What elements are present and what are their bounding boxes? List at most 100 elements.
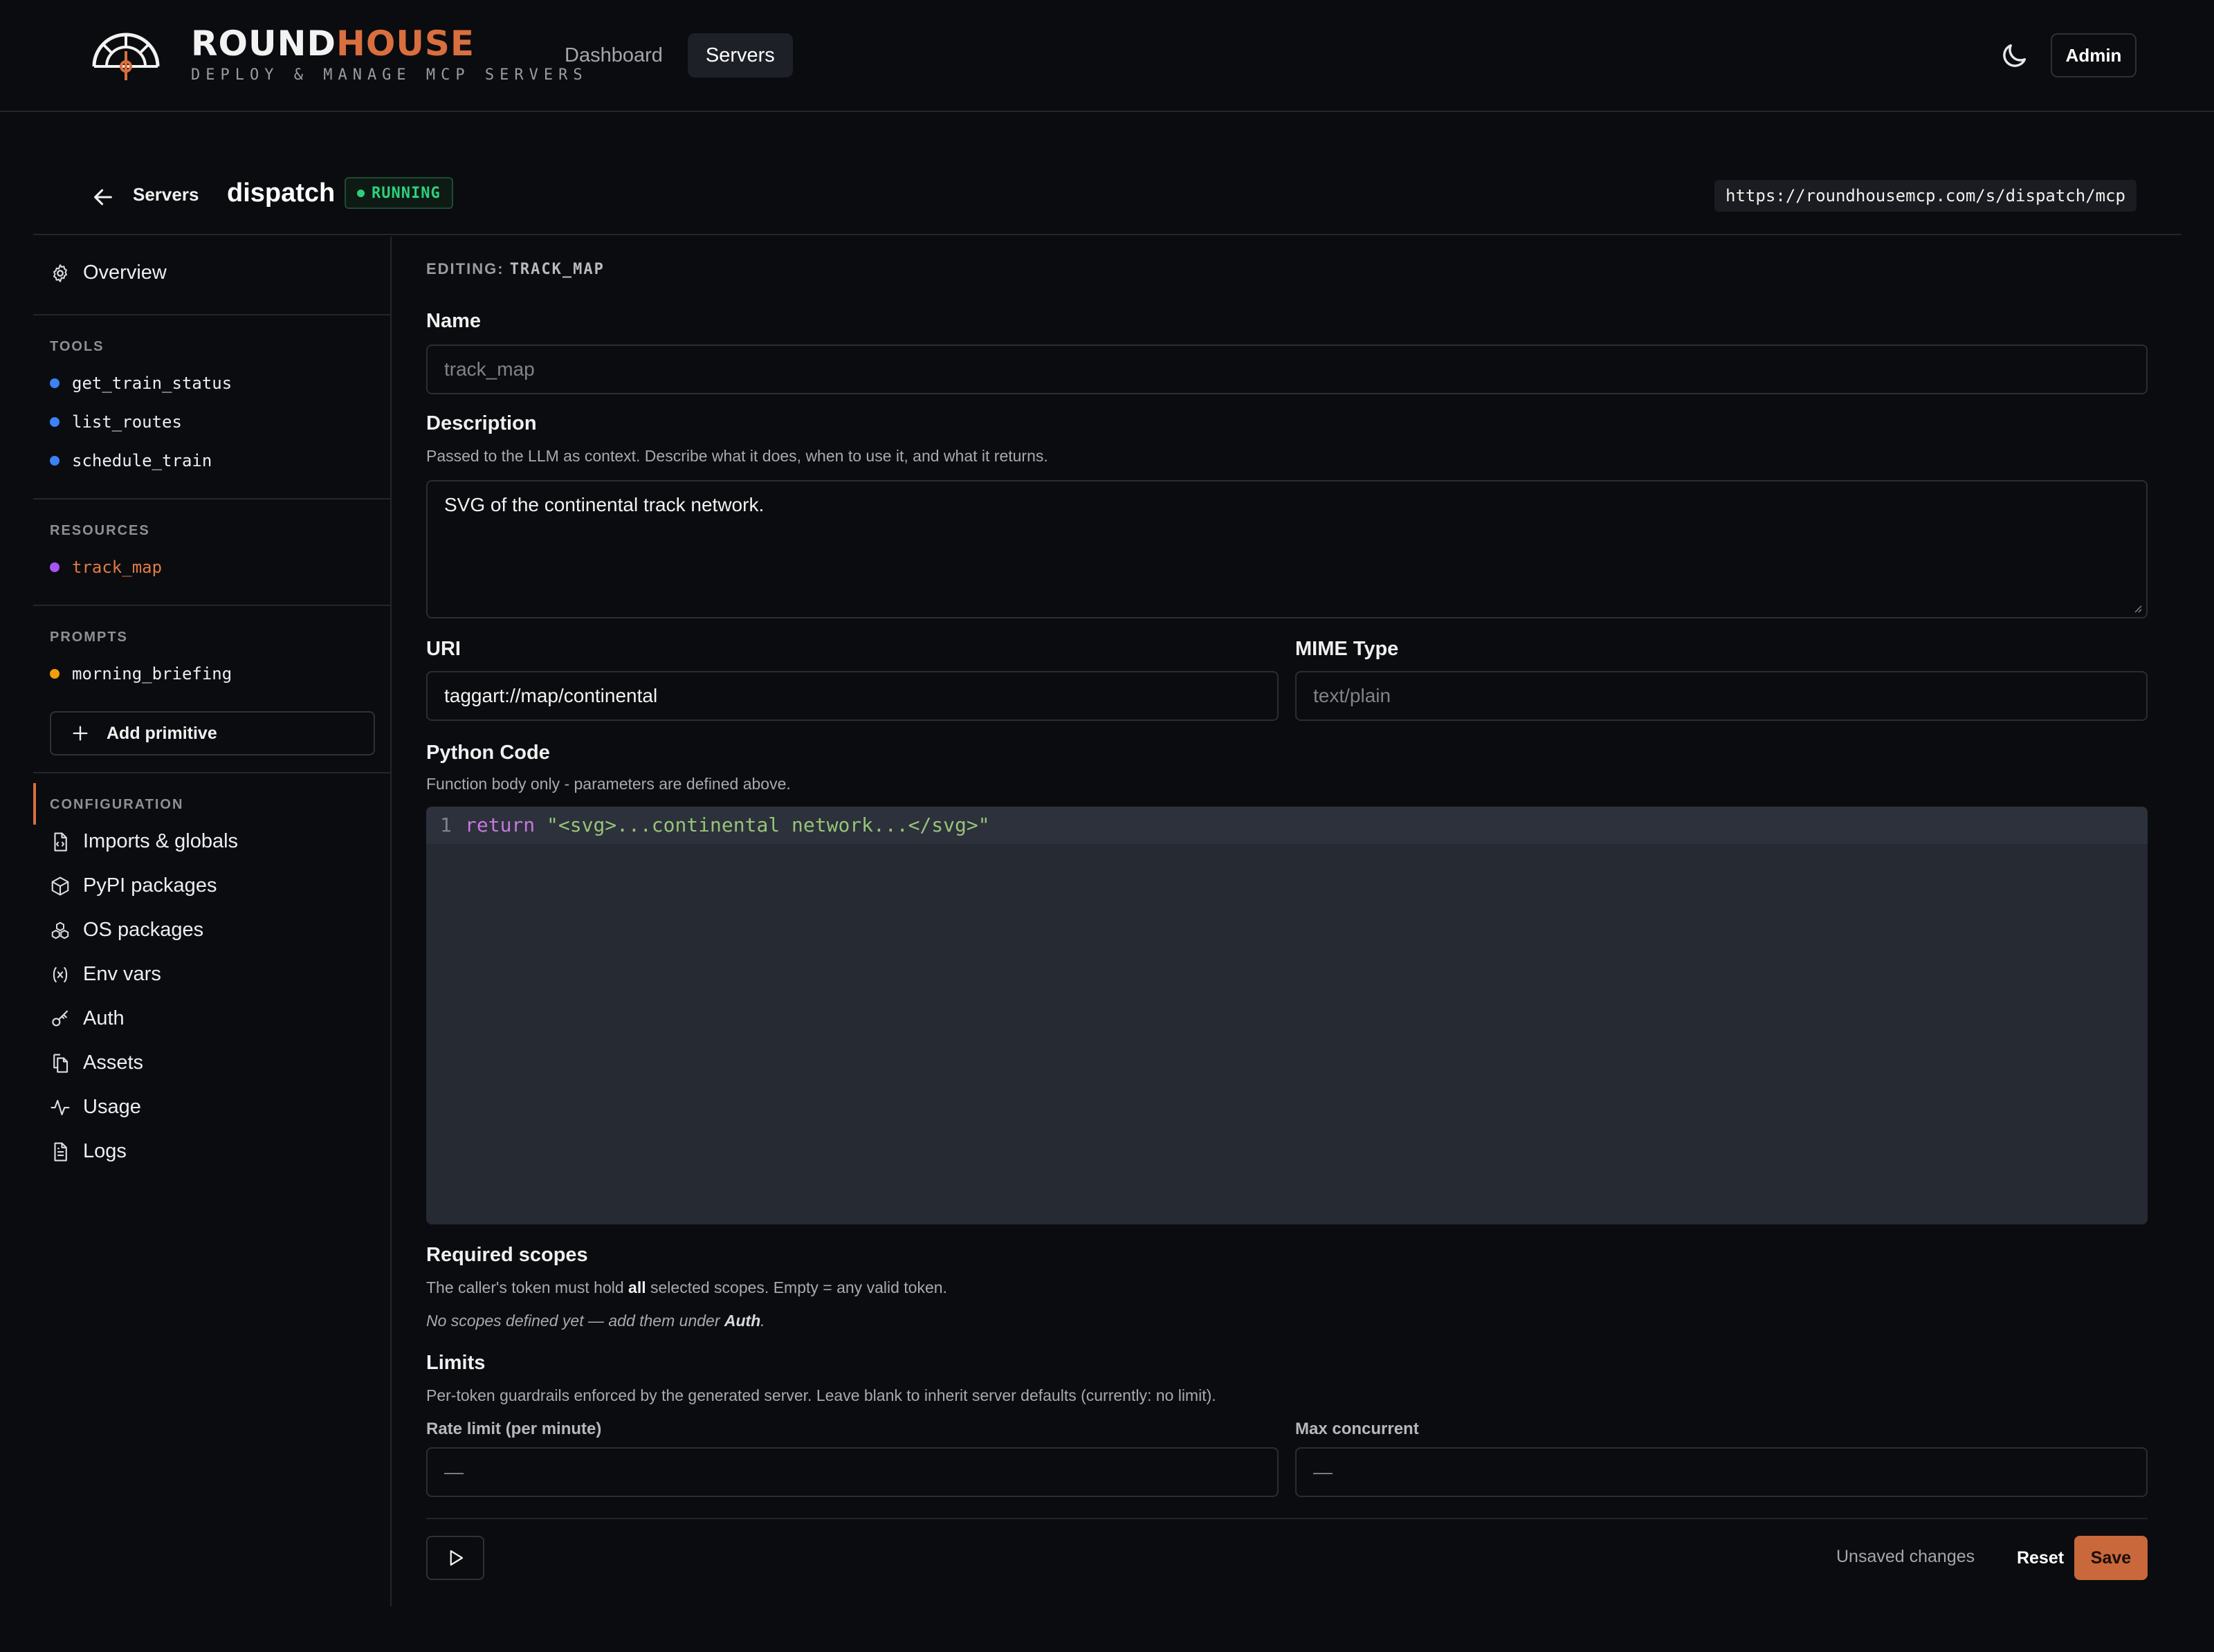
name-input[interactable]: track_map	[426, 345, 2148, 394]
plus-icon	[73, 726, 88, 741]
line-number: 1	[440, 814, 452, 836]
resource-dot-icon	[50, 562, 60, 572]
sidebar-item-usage[interactable]: Usage	[50, 1096, 141, 1119]
gear-icon	[53, 264, 67, 282]
editing-title: EDITING: TRACK_MAP	[426, 260, 605, 278]
uri-label: URI	[426, 638, 461, 660]
sidebar-item-overview[interactable]: Overview	[50, 261, 167, 284]
sidebar-item-track-map[interactable]: track_map	[50, 558, 162, 577]
moon-icon[interactable]	[1998, 40, 2030, 72]
sidebar-item-pypi-packages[interactable]: PyPI packages	[50, 874, 217, 897]
sidebar-item-label: Assets	[83, 1052, 144, 1074]
divider	[33, 314, 390, 315]
reset-button[interactable]: Reset	[2002, 1536, 2078, 1580]
add-primitive-label: Add primitive	[107, 723, 217, 743]
play-icon	[450, 1550, 464, 1566]
description-label: Description	[426, 412, 537, 434]
primitive-editor: EDITING: TRACK_MAP Name track_map Descri…	[426, 237, 2148, 1606]
description-textarea[interactable]: SVG of the continental track network.	[426, 480, 2148, 618]
max-concurrent-label: Max concurrent	[1295, 1420, 1419, 1438]
python-code-editor[interactable]: 1 return "<svg>...continental network...…	[426, 807, 2148, 1224]
sidebar-item-imports-globals[interactable]: Imports & globals	[50, 830, 238, 853]
primitive-name: schedule_train	[72, 451, 212, 470]
active-code-line: 1 return "<svg>...continental network...…	[426, 807, 2148, 844]
uri-input[interactable]: taggart://map/continental	[426, 671, 1279, 721]
no-scopes-note: No scopes defined yet — add them under A…	[426, 1312, 765, 1330]
sidebar-item-label: Env vars	[83, 963, 161, 985]
description-value: SVG of the continental track network.	[444, 494, 765, 515]
primitive-name: track_map	[72, 558, 163, 577]
unsaved-changes-status: Unsaved changes	[1836, 1547, 1975, 1566]
add-primitive-button[interactable]: Add primitive	[50, 711, 375, 755]
rate-limit-label: Rate limit (per minute)	[426, 1420, 602, 1438]
sidebar-item-schedule-train[interactable]: schedule_train	[50, 451, 212, 470]
status-text: RUNNING	[372, 184, 441, 202]
code-line-text: return "<svg>...continental network...</…	[465, 814, 990, 836]
limits-label: Limits	[426, 1352, 486, 1374]
tool-dot-icon	[50, 417, 60, 427]
tool-dot-icon	[50, 378, 60, 388]
admin-button[interactable]: Admin	[2051, 33, 2137, 77]
prompts-heading: PROMPTS	[50, 630, 128, 645]
endpoint-url[interactable]: https://roundhousemcp.com/s/dispatch/mcp	[1714, 180, 2137, 212]
brand-name: ROUNDHOUSE	[191, 24, 475, 64]
roundhouse-logo-icon[interactable]	[90, 30, 162, 83]
file-text-icon	[54, 1141, 67, 1162]
variable-icon	[53, 966, 68, 982]
mime-type-input[interactable]: text/plain	[1295, 671, 2148, 721]
arrow-left-icon[interactable]	[91, 185, 115, 209]
sidebar-item-auth[interactable]: Auth	[50, 1007, 125, 1030]
back-to-servers-link[interactable]: Servers	[133, 184, 199, 205]
primitive-name: morning_briefing	[72, 664, 232, 683]
required-scopes-help: The caller's token must hold all selecte…	[426, 1278, 947, 1296]
nav-servers[interactable]: Servers	[687, 33, 793, 77]
prompt-dot-icon	[50, 669, 60, 679]
divider	[33, 605, 390, 606]
file-code-icon	[54, 832, 67, 852]
sidebar-item-logs[interactable]: Logs	[50, 1140, 127, 1163]
nav-dashboard[interactable]: Dashboard	[547, 33, 681, 77]
required-scopes-label: Required scopes	[426, 1244, 588, 1266]
package-icon	[51, 876, 69, 896]
sidebar-item-label: Logs	[83, 1140, 127, 1162]
max-concurrent-input[interactable]: —	[1295, 1447, 2148, 1497]
sidebar-item-env-vars[interactable]: Env vars	[50, 963, 161, 986]
sidebar-item-get-train-status[interactable]: get_train_status	[50, 374, 232, 393]
boxes-icon	[51, 921, 69, 939]
python-code-label: Python Code	[426, 742, 550, 764]
primitive-name: get_train_status	[72, 374, 232, 393]
mime-type-label: MIME Type	[1295, 638, 1399, 660]
tools-heading: TOOLS	[50, 339, 104, 354]
sidebar-item-label: Usage	[83, 1096, 141, 1118]
primitive-name: list_routes	[72, 412, 182, 432]
python-code-help: Function body only - parameters are defi…	[426, 775, 791, 793]
selected-indicator	[33, 783, 36, 825]
sidebar-item-label: Auth	[83, 1007, 125, 1029]
status-badge: RUNNING	[345, 177, 453, 209]
divider	[33, 498, 390, 499]
tool-dot-icon	[50, 456, 60, 466]
limits-help: Per-token guardrails enforced by the gen…	[426, 1386, 1216, 1404]
rate-limit-input[interactable]: —	[426, 1447, 1279, 1497]
save-button[interactable]: Save	[2074, 1536, 2148, 1580]
files-icon	[53, 1053, 68, 1073]
sidebar-item-os-packages[interactable]: OS packages	[50, 919, 203, 942]
resize-handle-icon[interactable]	[2132, 603, 2142, 613]
run-test-button[interactable]	[426, 1536, 484, 1580]
sidebar-item-label: Overview	[83, 261, 167, 284]
key-icon	[52, 1010, 68, 1026]
server-header: Servers dispatch RUNNING https://roundho…	[33, 156, 2181, 235]
status-dot-icon	[357, 189, 365, 197]
top-navigation-bar: ROUNDHOUSE DEPLOY & MANAGE MCP SERVERS D…	[0, 0, 2214, 112]
activity-icon	[51, 1099, 70, 1115]
name-label: Name	[426, 310, 481, 332]
server-name: dispatch	[227, 178, 336, 208]
sidebar-item-morning-briefing[interactable]: morning_briefing	[50, 664, 232, 683]
sidebar-item-assets[interactable]: Assets	[50, 1052, 143, 1074]
brand: ROUNDHOUSE DEPLOY & MANAGE MCP SERVERS	[191, 24, 588, 84]
configuration-heading: CONFIGURATION	[50, 797, 184, 812]
sidebar-item-list-routes[interactable]: list_routes	[50, 412, 182, 432]
footer-divider	[426, 1518, 2148, 1519]
sidebar-item-label: OS packages	[83, 919, 204, 941]
sidebar-item-label: PyPI packages	[83, 874, 217, 897]
